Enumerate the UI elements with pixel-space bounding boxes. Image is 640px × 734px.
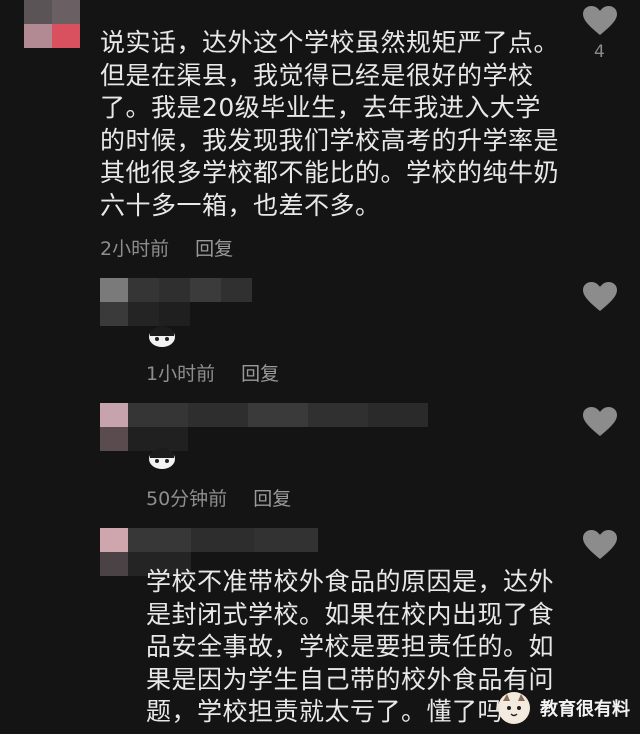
like-count: 4: [594, 42, 605, 62]
watermark-text: 教育很有料: [540, 699, 630, 720]
panda-sticker-icon: [149, 326, 175, 347]
heart-icon[interactable]: [583, 6, 617, 36]
comment-text: 说实话，达外这个学校虽然规矩严了点。 但是在渠县，我觉得已经是很好的学校 了。我…: [100, 28, 560, 220]
avatar-blurred[interactable]: [24, 0, 80, 48]
comment-meta: 1小时前 回复: [146, 359, 279, 386]
avatar-blurred[interactable]: [100, 403, 128, 451]
avatar-blurred[interactable]: [100, 528, 128, 576]
comment-meta: 50分钟前 回复: [146, 484, 291, 511]
username-blurred[interactable]: [128, 278, 252, 326]
heart-icon[interactable]: [583, 407, 617, 437]
watermark: 教育很有料: [498, 692, 630, 724]
comment-meta: 2小时前 回复: [100, 234, 233, 261]
heart-icon[interactable]: [583, 282, 617, 312]
reply-button[interactable]: 回复: [195, 238, 233, 260]
reply-button[interactable]: 回复: [241, 363, 279, 385]
comment-time: 1小时前: [146, 363, 216, 385]
comment-time: 50分钟前: [146, 488, 228, 510]
panda-sticker-icon: [149, 448, 175, 469]
avatar-blurred[interactable]: [100, 278, 128, 326]
comment-time: 2小时前: [100, 238, 170, 260]
cat-face-icon: [498, 692, 530, 724]
heart-icon[interactable]: [583, 530, 617, 560]
reply-button[interactable]: 回复: [253, 488, 291, 510]
